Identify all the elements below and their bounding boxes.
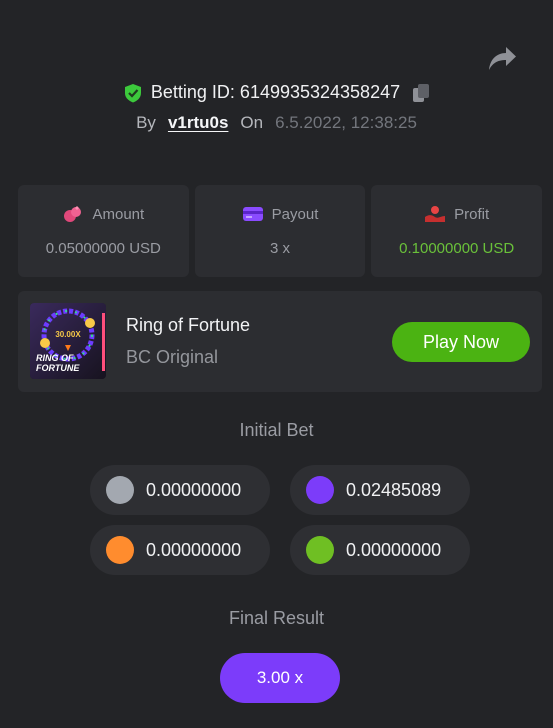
stat-payout: Payout 3 x	[194, 185, 366, 277]
stat-profit-label: Profit	[454, 205, 490, 223]
ring-of-fortune-logo: 30.00X RING OF FORTUNE	[30, 303, 106, 379]
by-label: By	[136, 113, 156, 132]
game-thumbnail[interactable]: 30.00X RING OF FORTUNE	[30, 303, 106, 379]
bet-stats: Amount 0.05000000 USD Payout 3 x Profit …	[18, 185, 543, 277]
stat-profit: Profit 0.10000000 USD	[371, 185, 543, 277]
thumb-multiplier: 30.00X	[55, 330, 81, 339]
on-label: On	[240, 113, 264, 132]
payout-card-icon	[242, 207, 263, 221]
stat-profit-value: 0.10000000 USD	[399, 240, 515, 257]
stat-payout-value: 3 x	[270, 240, 291, 257]
copy-icon[interactable]	[412, 83, 430, 103]
stat-amount-value: 0.05000000 USD	[45, 240, 161, 257]
stat-amount: Amount 0.05000000 USD	[18, 185, 189, 277]
chip-color-dot	[306, 476, 334, 504]
chip-amount: 0.00000000	[346, 539, 442, 560]
thumb-logo-line1: RING OF	[36, 353, 74, 363]
profit-icon	[425, 206, 446, 222]
final-result-title: Final Result	[228, 608, 325, 628]
stat-payout-label: Payout	[271, 205, 319, 223]
game-name[interactable]: Ring of Fortune	[126, 315, 250, 336]
bet-chip: 0.00000000	[90, 525, 270, 575]
username-link[interactable]: v1rtu0s	[168, 113, 228, 133]
bet-chip: 0.00000000	[90, 465, 270, 515]
chip-amount: 0.00000000	[146, 479, 242, 500]
bet-header: Betting ID: 6149935324358247 By v1rtu0s …	[0, 82, 553, 133]
initial-bet-title: Initial Bet	[239, 420, 314, 440]
betting-id: Betting ID: 6149935324358247	[150, 82, 401, 102]
amount-icon	[64, 206, 82, 222]
chip-color-dot	[106, 536, 134, 564]
shield-check-icon	[124, 83, 141, 102]
chip-amount: 0.00000000	[146, 539, 242, 560]
game-subtitle: BC Original	[126, 347, 219, 367]
bet-chip: 0.00000000	[290, 525, 470, 575]
final-result-value[interactable]: 3.00 x	[220, 653, 340, 703]
stat-amount-label: Amount	[92, 205, 145, 223]
chip-amount: 0.02485089	[346, 479, 442, 500]
thumb-logo-line2: FORTUNE	[36, 363, 80, 373]
bet-chip: 0.02485089	[290, 465, 470, 515]
share-button[interactable]	[487, 44, 517, 72]
game-card: 30.00X RING OF FORTUNE Ring of Fortune B…	[18, 291, 542, 392]
share-icon	[489, 47, 516, 70]
bet-date: 6.5.2022, 12:38:25	[275, 113, 417, 132]
chip-color-dot	[306, 536, 334, 564]
play-now-button[interactable]: Play Now	[392, 322, 530, 362]
chip-color-dot	[106, 476, 134, 504]
